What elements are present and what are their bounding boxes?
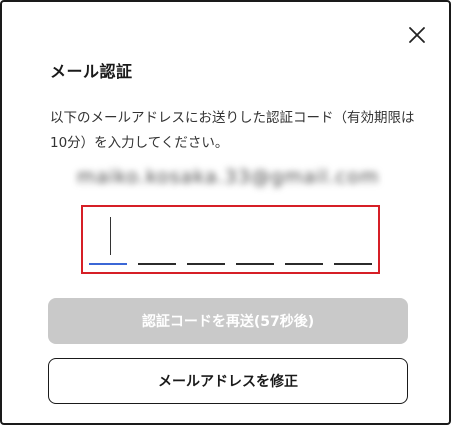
code-digit-4[interactable] <box>236 207 274 269</box>
digit-underline <box>89 263 127 265</box>
email-address: maiko.kosaka.33@gmail.com <box>76 166 380 188</box>
digit-underline <box>138 263 176 265</box>
verification-code-input-group <box>81 205 380 274</box>
edit-email-button[interactable]: メールアドレスを修正 <box>48 358 408 404</box>
digit-underline <box>285 263 323 265</box>
dialog-description: 以下のメールアドレスにお送りした認証コード（有効期限は10分）を入力してください… <box>50 110 415 151</box>
email-verification-dialog: メール認証 以下のメールアドレスにお送りした認証コード（有効期限は10分）を入力… <box>0 0 451 425</box>
code-digit-2[interactable] <box>138 207 176 269</box>
code-digit-1[interactable] <box>89 207 127 269</box>
digit-underline <box>187 263 225 265</box>
resend-code-button[interactable]: 認証コードを再送(57秒後) <box>48 298 408 344</box>
digit-underline <box>236 263 274 265</box>
code-digit-5[interactable] <box>285 207 323 269</box>
close-icon <box>409 27 425 43</box>
dialog-title: メール認証 <box>50 62 133 81</box>
close-button[interactable] <box>404 22 430 48</box>
digit-underline <box>334 263 372 265</box>
text-caret <box>110 217 111 255</box>
code-digit-3[interactable] <box>187 207 225 269</box>
code-digit-6[interactable] <box>334 207 372 269</box>
